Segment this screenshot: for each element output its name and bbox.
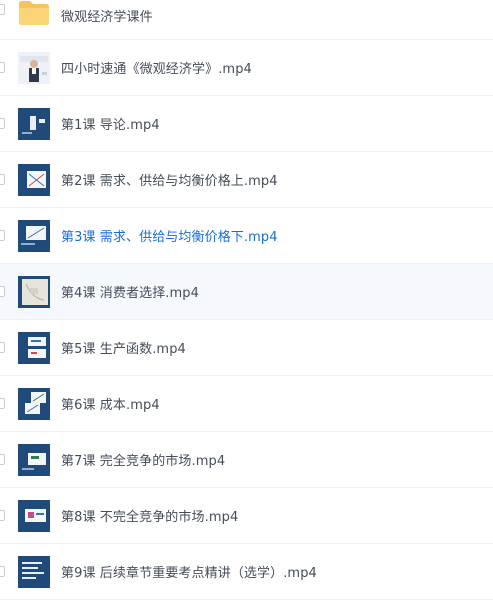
row-checkbox[interactable] — [0, 454, 5, 465]
file-name[interactable]: 第9课 后续章节重要考点精讲（选学）.mp4 — [61, 562, 317, 581]
file-name[interactable]: 第7课 完全竞争的市场.mp4 — [61, 450, 225, 469]
file-row-video[interactable]: 第5课 生产函数.mp4 — [0, 320, 493, 376]
row-checkbox[interactable] — [0, 510, 5, 521]
file-name[interactable]: 第4课 消费者选择.mp4 — [61, 282, 199, 301]
file-name[interactable]: 第2课 需求、供给与均衡价格上.mp4 — [61, 170, 278, 189]
file-name[interactable]: 第1课 导论.mp4 — [61, 114, 160, 133]
row-checkbox[interactable] — [0, 62, 5, 73]
file-name[interactable]: 四小时速通《微观经济学》.mp4 — [61, 58, 252, 77]
row-checkbox[interactable] — [0, 342, 5, 353]
file-row-video[interactable]: 四小时速通《微观经济学》.mp4 — [0, 40, 493, 96]
video-thumbnail-slide-icon — [18, 331, 50, 364]
file-row-video[interactable]: 第4课 消费者选择.mp4 — [0, 264, 493, 320]
file-row-folder[interactable]: 微观经济学课件 — [0, 0, 493, 40]
file-row-video[interactable]: 第7课 完全竞争的市场.mp4 — [0, 432, 493, 488]
row-checkbox[interactable] — [0, 174, 5, 185]
file-row-video[interactable]: 第6课 成本.mp4 — [0, 376, 493, 432]
file-name[interactable]: 第8课 不完全竞争的市场.mp4 — [61, 506, 238, 525]
file-row-video[interactable]: 第8课 不完全竞争的市场.mp4 — [0, 488, 493, 544]
file-name[interactable]: 第6课 成本.mp4 — [61, 394, 160, 413]
row-checkbox[interactable] — [0, 4, 5, 15]
row-checkbox[interactable] — [0, 230, 5, 241]
video-thumbnail-presenter-icon — [18, 51, 50, 84]
row-checkbox[interactable] — [0, 286, 5, 297]
row-checkbox[interactable] — [0, 398, 5, 409]
row-checkbox[interactable] — [0, 118, 5, 129]
file-name[interactable]: 第3课 需求、供给与均衡价格下.mp4 — [61, 226, 278, 245]
video-thumbnail-slide-icon — [18, 443, 50, 476]
video-thumbnail-slide-icon — [18, 275, 50, 308]
video-thumbnail-slide-icon — [18, 219, 50, 252]
video-thumbnail-slide-icon — [18, 107, 50, 140]
file-row-video[interactable]: 第1课 导论.mp4 — [0, 96, 493, 152]
video-thumbnail-slide-icon — [18, 499, 50, 532]
video-thumbnail-slide-icon — [18, 555, 50, 588]
video-thumbnail-slide-icon — [18, 163, 50, 196]
file-name[interactable]: 第5课 生产函数.mp4 — [61, 338, 186, 357]
file-row-video[interactable]: 第2课 需求、供给与均衡价格上.mp4 — [0, 152, 493, 208]
file-row-video[interactable]: 第9课 后续章节重要考点精讲（选学）.mp4 — [0, 544, 493, 600]
file-name[interactable]: 微观经济学课件 — [61, 6, 153, 25]
row-checkbox[interactable] — [0, 566, 5, 577]
video-thumbnail-slide-icon — [18, 387, 50, 420]
file-row-video[interactable]: 第3课 需求、供给与均衡价格下.mp4 — [0, 208, 493, 264]
file-list: 微观经济学课件 四小时速通《微观经济学》.mp4 第1课 导论.mp4 第2课 … — [0, 0, 493, 600]
folder-icon — [18, 0, 50, 30]
